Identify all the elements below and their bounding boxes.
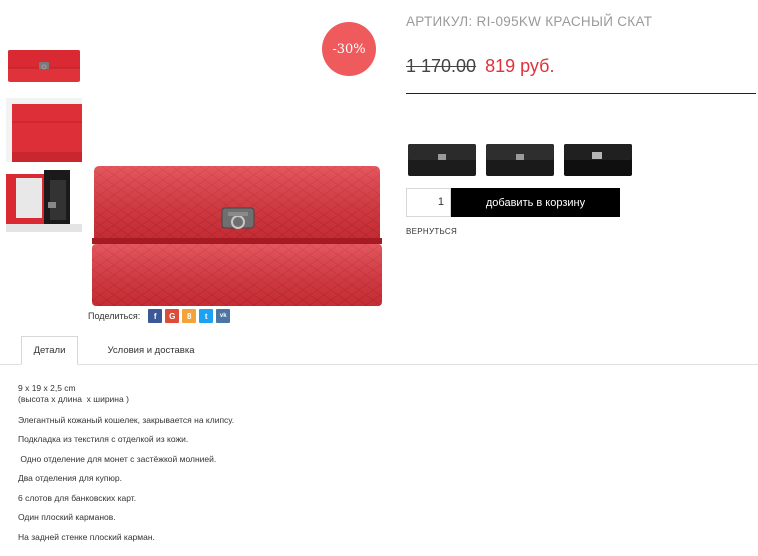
detail-line: (высота х длина х ширина ): [18, 394, 129, 404]
google-plus-icon[interactable]: G: [165, 309, 180, 323]
price-row: 1 170.00 819 руб.: [406, 56, 554, 77]
thumbnail-red-wallet-front[interactable]: [6, 40, 82, 106]
detail-line: 6 слотов для банковских карт.: [18, 493, 137, 503]
product-title: АРТИКУЛ: RI-095KW КРАСНЫЙ СКАТ: [406, 14, 653, 29]
new-price: 819 руб.: [485, 56, 555, 76]
detail-line: Один плоский карманов.: [18, 512, 116, 522]
variant-black-3[interactable]: [562, 142, 634, 178]
variant-black-2[interactable]: [484, 142, 556, 178]
detail-line: На задней стенке плоский карман.: [18, 532, 155, 542]
tab-details[interactable]: Детали: [21, 336, 78, 365]
back-link[interactable]: ВЕРНУТЬСЯ: [406, 227, 457, 236]
facebook-icon[interactable]: f: [148, 309, 163, 323]
price-divider: [406, 93, 756, 94]
old-price: 1 170.00: [406, 56, 477, 76]
quantity-input[interactable]: 1: [406, 188, 451, 217]
thumbnail-red-wallet-back[interactable]: [6, 98, 82, 164]
discount-badge: -30%: [322, 22, 376, 76]
variant-black-1[interactable]: [406, 142, 478, 178]
tab-details-label: Детали: [33, 345, 66, 356]
twitter-icon[interactable]: t: [199, 309, 214, 323]
share-label: Поделиться:: [88, 311, 141, 321]
tab-delivery-label: Условия и доставка: [107, 345, 195, 356]
discount-label: -30%: [332, 41, 366, 57]
tab-delivery[interactable]: Условия и доставка: [96, 336, 206, 365]
add-to-cart-label: добавить в корзину: [485, 196, 586, 209]
odnoklassniki-icon[interactable]: 8: [182, 309, 197, 323]
main-product-image[interactable]: [86, 150, 388, 310]
vk-icon[interactable]: vk: [216, 309, 231, 323]
detail-line: 9 x 19 x 2,5 cm: [18, 383, 76, 393]
detail-line: Два отделения для купюр.: [18, 473, 122, 483]
add-to-cart-button[interactable]: добавить в корзину: [451, 188, 620, 217]
share-bar: Поделиться: f G 8 t vk: [88, 308, 233, 324]
detail-line: Подкладка из текстиля с отделкой из кожи…: [18, 434, 189, 444]
detail-line: Одно отделение для монет с застёжкой мол…: [18, 454, 217, 464]
thumbnail-red-wallet-open[interactable]: [6, 170, 82, 236]
detail-line: Элегантный кожаный кошелек, закрывается …: [18, 415, 235, 425]
